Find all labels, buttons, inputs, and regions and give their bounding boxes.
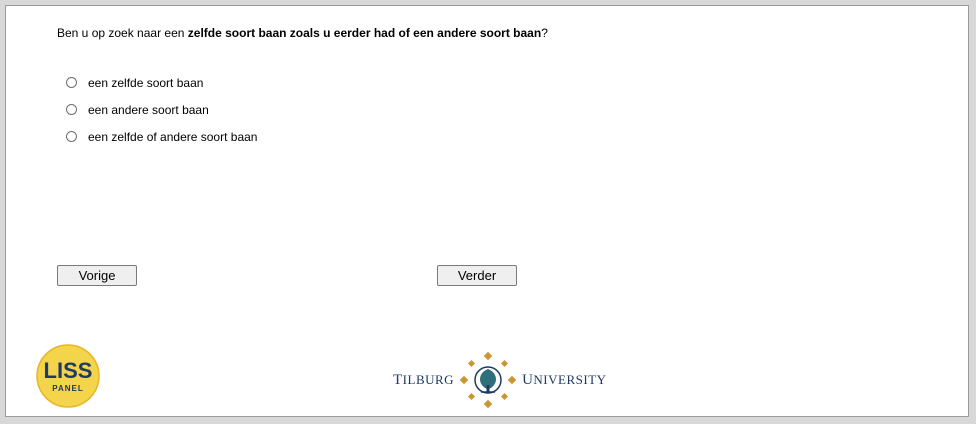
radio-other-job[interactable] <box>66 104 77 115</box>
tilburg-word: TILBURG <box>393 371 455 388</box>
liss-panel-logo: LISS PANEL <box>36 344 100 408</box>
next-button[interactable]: Verder <box>437 265 517 286</box>
radio-same-job[interactable] <box>66 77 77 88</box>
university-word: UNIVERSITY <box>522 371 607 388</box>
question-emphasis: zelfde soort baan zoals u eerder had of … <box>187 26 542 40</box>
option-other-job[interactable]: een andere soort baan <box>66 96 257 123</box>
tilburg-seal-icon <box>460 352 517 408</box>
option-label: een andere soort baan <box>88 102 209 117</box>
survey-frame: Ben u op zoek naar een zelfde soort baan… <box>5 5 969 417</box>
radio-same-or-other-job[interactable] <box>66 131 77 142</box>
liss-logo-text: LISS <box>44 358 93 383</box>
option-label: een zelfde of andere soort baan <box>88 129 258 144</box>
liss-logo-subtext: PANEL <box>52 384 84 393</box>
option-same-or-other-job[interactable]: een zelfde of andere soort baan <box>66 123 257 150</box>
option-same-job[interactable]: een zelfde soort baan <box>66 69 257 96</box>
previous-button[interactable]: Vorige <box>57 265 137 286</box>
question-prefix: Ben u op zoek naar een <box>57 26 188 40</box>
option-label: een zelfde soort baan <box>88 75 204 90</box>
question-text: Ben u op zoek naar een zelfde soort baan… <box>57 26 548 40</box>
tilburg-university-logo: TILBURG UNIVERSITY <box>393 352 607 408</box>
question-suffix: ? <box>541 26 548 40</box>
answer-options: een zelfde soort baan een andere soort b… <box>66 69 257 150</box>
